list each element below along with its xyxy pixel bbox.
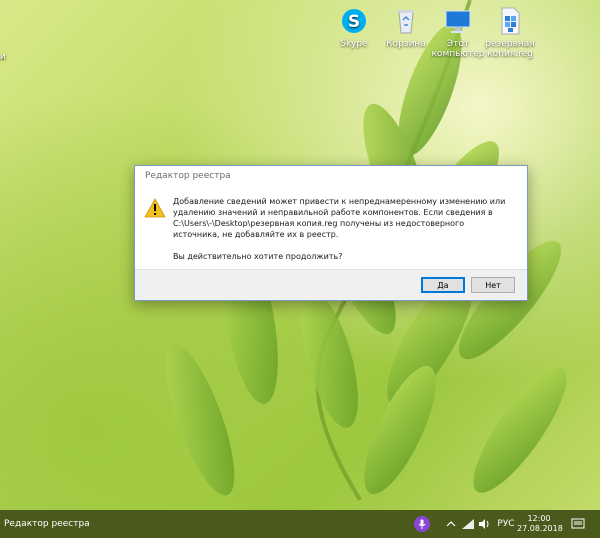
dialog-body: Добавление сведений может привести к неп… [135, 186, 527, 268]
taskbar: Редактор реестра РУС 12:00 27.08.2018 [0, 510, 600, 538]
dialog-message-block: Добавление сведений может привести к неп… [173, 196, 513, 262]
yes-button[interactable]: Да [421, 277, 465, 293]
desktop-edge-label: и [0, 52, 6, 62]
notification-icon[interactable] [568, 510, 588, 538]
clock-time: 12:00 [527, 514, 551, 523]
dialog-message: Добавление сведений может привести к неп… [173, 197, 506, 239]
dialog-title: Редактор реестра [135, 166, 527, 186]
no-button[interactable]: Нет [471, 277, 515, 293]
desktop-icon-skype[interactable]: S Skype [326, 6, 382, 49]
microphone-icon[interactable] [412, 510, 432, 538]
desktop-icon-this-pc[interactable]: Этот компьютер [430, 6, 486, 59]
dialog-question: Вы действительно хотите продолжить? [173, 252, 343, 261]
desktop-icon-recycle-bin[interactable]: Корзина [378, 6, 434, 49]
chevron-up-icon[interactable] [444, 510, 458, 538]
registry-editor-dialog: Редактор реестра Добавление сведений мож… [134, 165, 528, 301]
registry-file-icon [494, 6, 526, 36]
svg-text:S: S [348, 12, 360, 32]
desktop-icon-label: Корзина [386, 39, 426, 49]
desktop-icon-label: резервная копия.reg [485, 39, 535, 59]
desktop-icon-label: Этот компьютер [431, 39, 485, 59]
language-indicator[interactable]: РУС [494, 510, 518, 538]
desktop-icon-backup-reg[interactable]: резервная копия.reg [482, 6, 538, 59]
skype-icon: S [338, 6, 370, 36]
dialog-button-bar: Да Нет [135, 269, 527, 300]
taskbar-item-registry-editor[interactable]: Редактор реестра [4, 510, 90, 538]
recycle-bin-icon [390, 6, 422, 36]
clock[interactable]: 12:00 27.08.2018 [517, 514, 563, 534]
wifi-icon[interactable] [460, 510, 476, 538]
warning-icon [144, 198, 166, 218]
desktop: и S Skype Корзина Этот компьютер резервн… [0, 0, 600, 510]
speaker-icon[interactable] [477, 510, 493, 538]
computer-icon [442, 6, 474, 36]
desktop-icon-label: Skype [340, 39, 368, 49]
clock-date: 27.08.2018 [517, 524, 563, 533]
